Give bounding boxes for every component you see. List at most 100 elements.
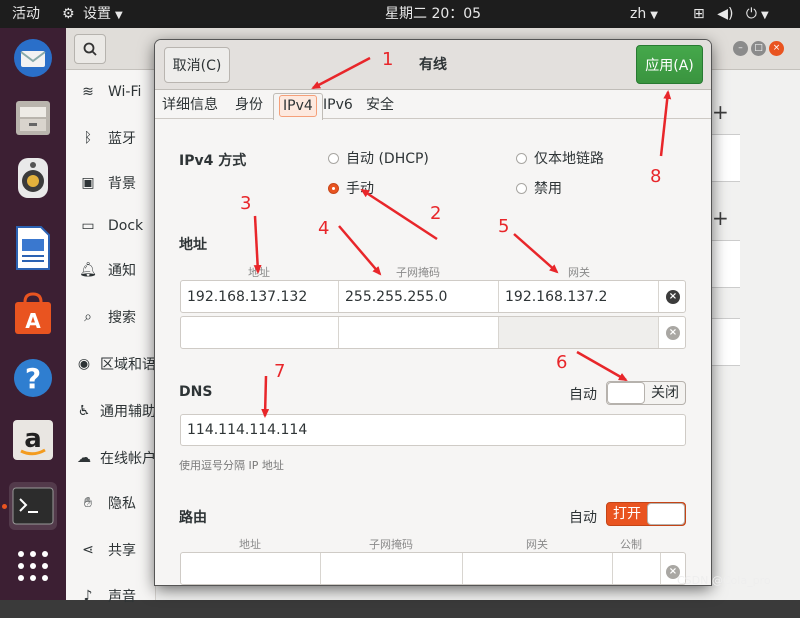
tab-security[interactable]: 安全 bbox=[361, 93, 399, 119]
address-row-empty: × bbox=[180, 316, 686, 349]
network-icon: ⊞ bbox=[693, 6, 705, 22]
tab-ipv4[interactable]: IPv4 bbox=[273, 93, 323, 120]
svg-text:?: ? bbox=[25, 362, 41, 395]
input-method-menu[interactable]: zh ▼ bbox=[630, 0, 658, 28]
gateway-input[interactable] bbox=[499, 317, 659, 348]
annotation-1: 1 bbox=[382, 49, 394, 70]
radio-label: 禁用 bbox=[534, 181, 562, 197]
writer-icon[interactable] bbox=[9, 224, 57, 272]
route-netmask-input[interactable] bbox=[321, 553, 463, 584]
delete-row-icon[interactable]: × bbox=[666, 290, 680, 304]
bell-icon: 🔔︎ bbox=[79, 262, 97, 278]
radio-dot-selected bbox=[328, 182, 339, 194]
app-grid-icon[interactable] bbox=[9, 542, 57, 590]
sidebar-item-sharing[interactable]: ⋖ 共享 bbox=[66, 528, 156, 572]
radio-manual[interactable]: 手动 bbox=[328, 178, 374, 198]
accessibility-icon: ♿︎ bbox=[77, 403, 91, 419]
svg-text:A: A bbox=[25, 309, 41, 333]
cancel-button[interactable]: 取消(C) bbox=[164, 47, 230, 83]
route-col-address: 地址 bbox=[239, 538, 261, 551]
sidebar-item-wifi[interactable]: ≋ Wi-Fi bbox=[66, 70, 156, 114]
dns-hint: 使用逗号分隔 IP 地址 bbox=[179, 459, 284, 472]
sidebar-item-label: 在线帐户 bbox=[100, 451, 156, 467]
sidebar-item-sound[interactable]: ♪ 声音 bbox=[66, 574, 156, 618]
chevron-down-icon: ▼ bbox=[115, 10, 123, 21]
radio-label: 自动 (DHCP) bbox=[346, 151, 429, 167]
rhythmbox-icon[interactable] bbox=[9, 154, 57, 202]
addresses-label: 地址 bbox=[179, 237, 207, 253]
sidebar-item-label: 通用辅助 bbox=[100, 404, 156, 420]
apply-button[interactable]: 应用(A) bbox=[636, 45, 703, 84]
delete-row-icon[interactable]: × bbox=[666, 326, 680, 340]
background-icon: ▣ bbox=[81, 175, 95, 191]
maximize-icon[interactable]: □ bbox=[751, 41, 766, 56]
software-center-icon[interactable]: A bbox=[9, 290, 57, 338]
sidebar-item-dock[interactable]: ▭ Dock bbox=[66, 204, 156, 248]
watermark: CSDN @Cola_pro bbox=[677, 574, 771, 587]
radio-link-local[interactable]: 仅本地链路 bbox=[516, 148, 604, 168]
sidebar-item-search[interactable]: ⌕ 搜索 bbox=[66, 295, 156, 339]
netmask-input[interactable] bbox=[339, 317, 499, 348]
dns-input[interactable]: 114.114.114.114 bbox=[180, 414, 686, 446]
address-input[interactable]: 192.168.137.132 bbox=[181, 281, 339, 312]
dialog-title: 有线 bbox=[419, 57, 447, 73]
sound-icon: ♪ bbox=[83, 588, 93, 604]
dock: A ? a bbox=[0, 28, 66, 600]
thunderbird-icon[interactable] bbox=[9, 34, 57, 82]
tab-identity[interactable]: 身份 bbox=[230, 93, 268, 119]
route-col-gateway: 网关 bbox=[526, 538, 548, 551]
sidebar-item-bluetooth[interactable]: ᛒ 蓝牙 bbox=[66, 116, 156, 160]
sidebar-item-background[interactable]: ▣ 背景 bbox=[66, 161, 156, 205]
wifi-icon: ≋ bbox=[82, 84, 94, 100]
radio-disabled[interactable]: 禁用 bbox=[516, 178, 562, 198]
close-icon[interactable]: × bbox=[769, 41, 784, 56]
gateway-input[interactable]: 192.168.137.2 bbox=[499, 281, 659, 312]
tab-ipv4-label: IPv4 bbox=[279, 95, 317, 117]
route-address-input[interactable] bbox=[181, 553, 321, 584]
terminal-icon[interactable] bbox=[9, 482, 57, 530]
route-gateway-input[interactable] bbox=[463, 553, 613, 584]
clock[interactable]: 星期二 20：05 bbox=[385, 0, 481, 28]
add-icon[interactable]: + bbox=[712, 206, 729, 230]
switch-knob bbox=[607, 382, 645, 404]
address-input[interactable] bbox=[181, 317, 339, 348]
share-icon: ⋖ bbox=[82, 542, 94, 558]
radio-dhcp[interactable]: 自动 (DHCP) bbox=[328, 148, 429, 168]
annotation-5: 5 bbox=[498, 216, 510, 237]
sidebar-item-region[interactable]: ◉ 区域和语 bbox=[66, 342, 156, 386]
routes-label: 路由 bbox=[179, 510, 207, 526]
dns-label: DNS bbox=[179, 384, 213, 400]
gear-icon: ⚙ bbox=[62, 6, 75, 22]
chevron-down-icon: ▼ bbox=[760, 10, 769, 21]
add-icon[interactable]: + bbox=[712, 100, 729, 124]
search-button[interactable] bbox=[74, 34, 106, 64]
search-icon bbox=[83, 42, 97, 56]
sidebar-item-online-accounts[interactable]: ☁ 在线帐户 bbox=[66, 436, 156, 480]
sidebar-item-accessibility[interactable]: ♿︎ 通用辅助 bbox=[66, 389, 156, 433]
radio-label: 仅本地链路 bbox=[534, 151, 604, 167]
switch-state-label: 打开 bbox=[613, 506, 641, 522]
input-method-label: zh bbox=[630, 6, 647, 22]
amazon-icon[interactable]: a bbox=[9, 416, 57, 464]
sidebar-item-notifications[interactable]: 🔔︎ 通知 bbox=[66, 248, 156, 292]
online-accounts-icon: ☁ bbox=[77, 450, 91, 466]
annotation-4: 4 bbox=[318, 218, 330, 239]
minimize-icon[interactable]: – bbox=[733, 41, 748, 56]
address-row: 192.168.137.132 255.255.255.0 192.168.13… bbox=[180, 280, 686, 313]
sidebar-item-privacy[interactable]: ✋︎ 隐私 bbox=[66, 481, 156, 525]
dock-icon: ▭ bbox=[81, 218, 95, 234]
route-metric-input[interactable] bbox=[613, 553, 661, 584]
app-menu[interactable]: ⚙ 设置 ▼ bbox=[62, 0, 123, 28]
activities-button[interactable]: 活动 bbox=[12, 0, 40, 28]
status-menu[interactable]: ⊞ ◀) ⏻ ▼ bbox=[693, 0, 769, 28]
tab-details[interactable]: 详细信息 bbox=[157, 93, 223, 119]
route-row: × bbox=[180, 552, 686, 585]
dns-auto-switch[interactable]: 关闭 bbox=[606, 381, 686, 405]
netmask-input[interactable]: 255.255.255.0 bbox=[339, 281, 499, 312]
sidebar-item-label: Wi-Fi bbox=[108, 84, 142, 100]
routes-auto-switch[interactable]: 打开 bbox=[606, 502, 686, 526]
tab-ipv6[interactable]: IPv6 bbox=[318, 93, 358, 119]
files-icon[interactable] bbox=[9, 94, 57, 142]
help-icon[interactable]: ? bbox=[9, 354, 57, 402]
col-header-netmask: 子网掩码 bbox=[396, 266, 440, 279]
